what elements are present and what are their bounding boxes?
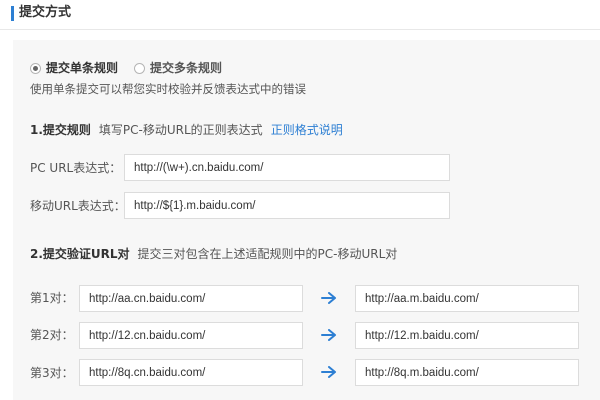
pair-label: 第1对： (30, 291, 74, 305)
rule-section-title: 1.提交规则 填写PC-移动URL的正则表达式 正则格式说明 (30, 123, 343, 137)
pair-mobile-url-input[interactable]: http://8q.m.baidu.com/ (355, 359, 579, 386)
verify-section-title: 2.提交验证URL对 提交三对包含在上述适配规则中的PC-移动URL对 (30, 247, 397, 261)
arrow-right-icon (321, 329, 336, 341)
pair-pc-url-input[interactable]: http://12.cn.baidu.com/ (79, 322, 303, 349)
radio-single-rule-label[interactable]: 提交单条规则 (46, 61, 118, 75)
radio-single-rule[interactable] (30, 62, 41, 74)
arrow-right-icon (321, 366, 336, 378)
verify-section-heading: 2.提交验证URL对 (30, 247, 130, 261)
pair-pc-url-input[interactable]: http://8q.cn.baidu.com/ (79, 359, 303, 386)
pair-mobile-url-input[interactable]: http://aa.m.baidu.com/ (355, 285, 579, 312)
mobile-url-regex-input[interactable]: http://${1}.m.baidu.com/ (124, 192, 450, 219)
pc-url-regex-input[interactable]: http://(\w+).cn.baidu.com/ (124, 154, 450, 181)
pair-label: 第2对： (30, 328, 74, 342)
rule-section-description: 填写PC-移动URL的正则表达式 (98, 123, 263, 137)
verify-section-description: 提交三对包含在上述适配规则中的PC-移动URL对 (137, 247, 398, 261)
radio-multi-rule[interactable] (134, 62, 146, 74)
header-accent-bar (11, 6, 14, 21)
rule-section-heading: 1.提交规则 (30, 123, 91, 137)
pair-mobile-url-input[interactable]: http://12.m.baidu.com/ (355, 322, 579, 349)
section-title: 提交方式 (19, 5, 72, 20)
radio-multi-rule-label[interactable]: 提交多条规则 (150, 61, 222, 75)
pair-label: 第3对： (30, 366, 74, 380)
submit-mode-group: 提交单条规则 提交多条规则 (30, 61, 222, 75)
pair-pc-url-input[interactable]: http://aa.cn.baidu.com/ (79, 285, 303, 312)
pc-url-label: PC URL表达式： (30, 161, 122, 175)
single-rule-hint: 使用单条提交可以帮您实时校验并反馈表达式中的错误 (30, 82, 306, 96)
mobile-url-label: 移动URL表达式： (30, 199, 126, 213)
arrow-right-icon (321, 292, 336, 304)
header-divider (0, 29, 600, 30)
regex-format-help-link[interactable]: 正则格式说明 (271, 123, 343, 137)
section-header: 提交方式 (0, 0, 600, 30)
